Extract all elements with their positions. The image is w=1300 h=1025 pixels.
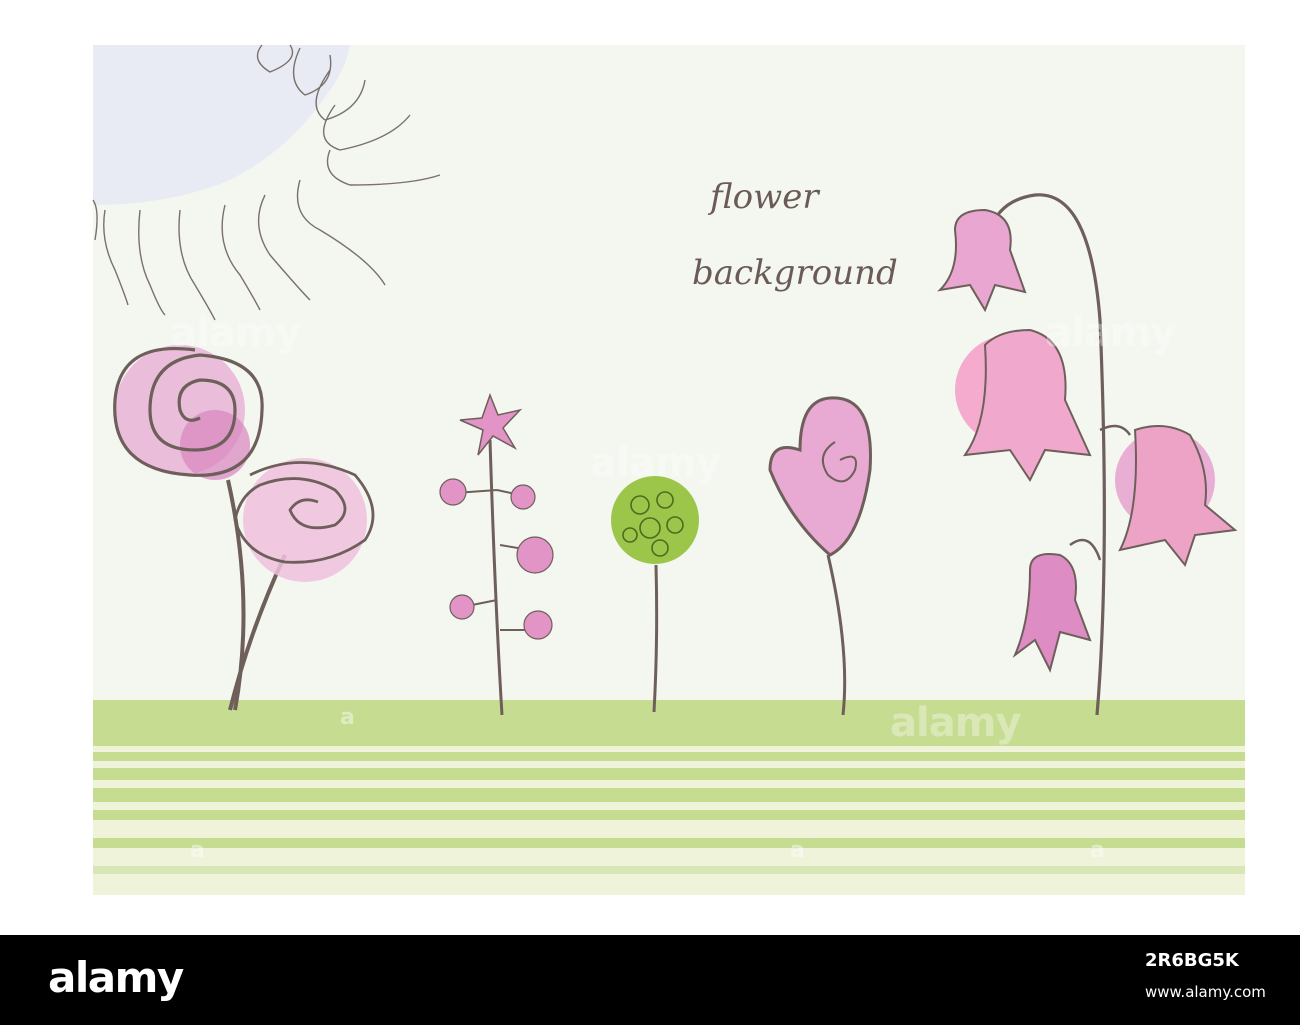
image-id: 2R6BG5K xyxy=(1145,950,1239,971)
footer-bar: alamy 2R6BG5K www.alamy.com xyxy=(0,935,1300,1025)
watermark-mark: a xyxy=(190,838,205,863)
footer-logo: alamy xyxy=(48,953,184,1002)
flower-illustration xyxy=(92,44,1245,895)
site-url: www.alamy.com xyxy=(1145,983,1266,1001)
title-line-2: background xyxy=(692,253,898,293)
watermark-mark: a xyxy=(340,705,355,730)
watermark-mark: a xyxy=(1090,838,1105,863)
watermark-mark: a xyxy=(790,838,805,863)
title-line-1: flower xyxy=(710,177,819,217)
ground-stripes xyxy=(93,700,1245,895)
